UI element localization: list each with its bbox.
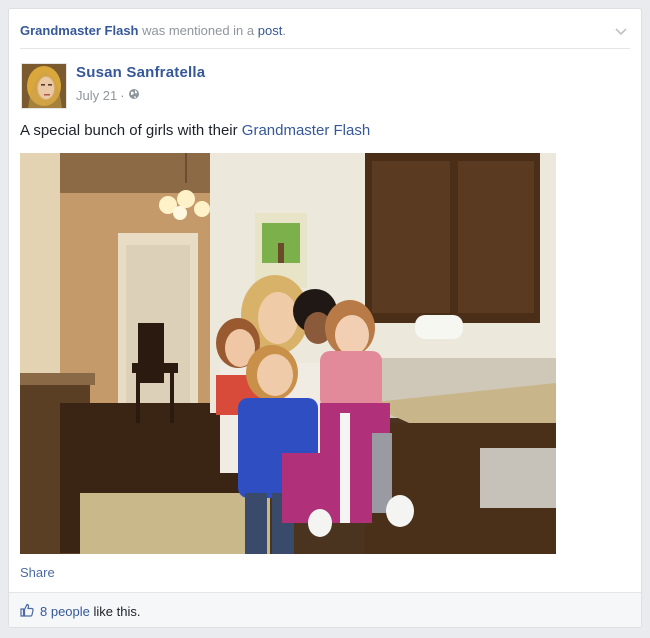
notification-line: Grandmaster Flash was mentioned in a pos… — [20, 20, 630, 42]
notification-period: . — [282, 23, 286, 38]
post-card: Grandmaster Flash was mentioned in a pos… — [8, 8, 642, 628]
thumbs-up-icon — [20, 603, 34, 620]
chevron-down-icon[interactable] — [612, 22, 630, 40]
post-link[interactable]: post — [258, 23, 283, 38]
meta-separator: · — [120, 88, 125, 103]
globe-icon[interactable] — [128, 88, 140, 103]
post-meta: July 21 · — [76, 88, 140, 103]
post-photo[interactable] — [20, 153, 556, 554]
mentioned-profile-link[interactable]: Grandmaster Flash — [20, 23, 139, 38]
likes-suffix: like this. — [89, 603, 141, 619]
caption-mention-link[interactable]: Grandmaster Flash — [242, 122, 370, 139]
avatar[interactable] — [21, 63, 67, 109]
likes-bar: 8 people like this. — [9, 592, 641, 627]
likes-count-link[interactable]: 8 people — [40, 604, 90, 619]
author-name-link[interactable]: Susan Sanfratella — [76, 64, 205, 81]
notification-text: was mentioned in a — [138, 23, 258, 38]
post-caption: A special bunch of girls with their Gran… — [20, 122, 370, 139]
post-date-link[interactable]: July 21 — [76, 88, 117, 103]
caption-text: A special bunch of girls with their — [20, 122, 242, 139]
share-link[interactable]: Share — [20, 565, 55, 580]
divider — [20, 48, 630, 49]
